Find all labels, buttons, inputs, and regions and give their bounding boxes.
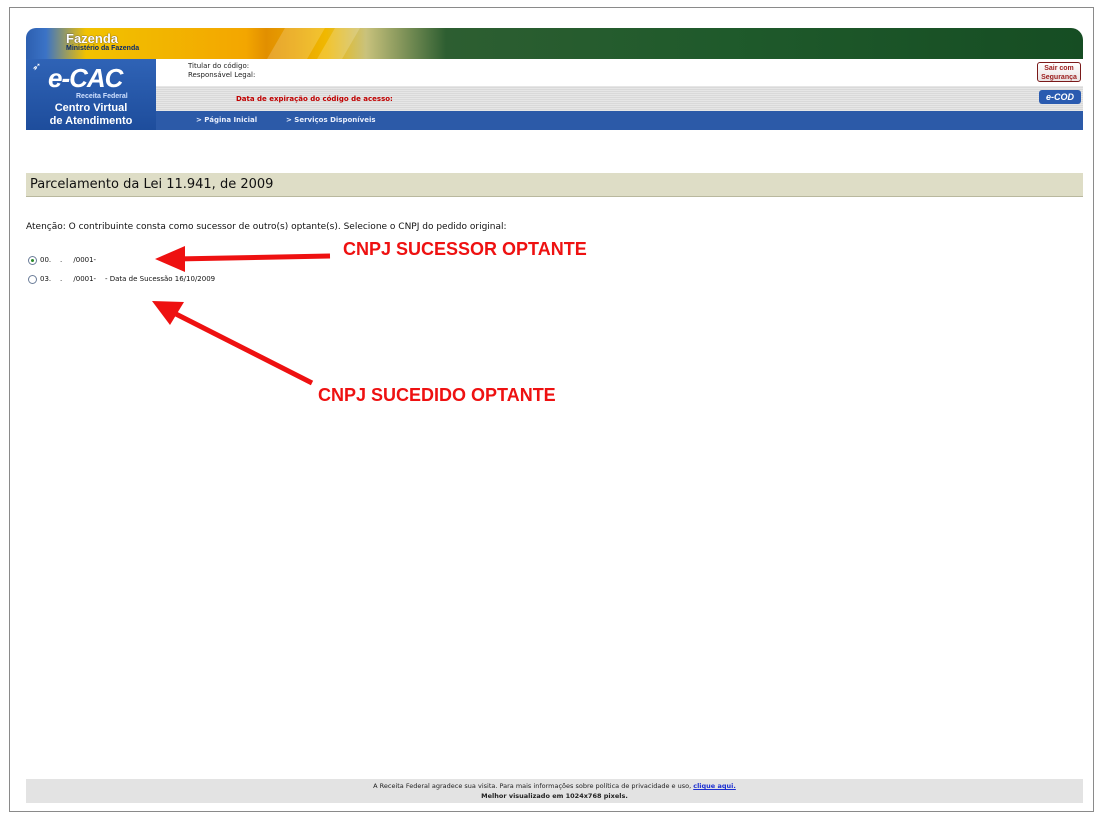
cnpj-option-sucessor[interactable]: 00. . /0001- xyxy=(28,253,96,267)
nav-servicos-disponiveis[interactable]: > Serviços Disponíveis xyxy=(286,116,376,124)
page-title-bar: Parcelamento da Lei 11.941, de 2009 xyxy=(26,173,1083,197)
footer-line2: Melhor visualizado em 1024x768 pixels. xyxy=(481,792,628,800)
responsavel-label: Responsável Legal: xyxy=(188,71,256,79)
ecac-logo-text: e-CAC xyxy=(48,63,123,93)
radio-sucedido[interactable] xyxy=(28,274,37,284)
ecac-logo[interactable]: ➶ e-CAC Receita Federal Centro Virtual d… xyxy=(26,59,156,130)
footer: A Receita Federal agradece sua visita. P… xyxy=(26,779,1083,803)
expiration-bar: Data de expiração do código de acesso: xyxy=(156,86,1083,111)
cnpj-sucedido-label: 03. . /0001- - Data de Sucessão 16/10/20… xyxy=(40,275,216,283)
receita-federal-label: Receita Federal xyxy=(76,93,128,100)
cnpj-option-sucedido[interactable]: 03. . /0001- - Data de Sucessão 16/10/20… xyxy=(28,272,215,286)
radio-sucessor[interactable] xyxy=(28,255,37,265)
page-title: Parcelamento da Lei 11.941, de 2009 xyxy=(30,177,274,192)
de-atendimento-label: de Atendimento xyxy=(49,115,133,127)
ministerio-label: Ministério da Fazenda xyxy=(66,45,140,52)
top-nav: > Página Inicial > Serviços Disponíveis xyxy=(156,111,1083,130)
user-info: Titular do código: Responsável Legal: xyxy=(156,59,1083,86)
cnpj-sucessor-label: 00. . /0001- xyxy=(40,256,97,264)
nav-pagina-inicial[interactable]: > Página Inicial xyxy=(196,116,257,124)
ecac-header: Fazenda Ministério da Fazenda ➶ e-CAC Re… xyxy=(26,28,1083,130)
footer-text: A Receita Federal agradece sua visita. P… xyxy=(373,782,694,790)
attention-text: Atenção: O contribuinte consta como suce… xyxy=(26,222,507,232)
footer-line1: A Receita Federal agradece sua visita. P… xyxy=(26,782,1083,790)
fazenda-brand: Fazenda xyxy=(66,31,119,46)
privacy-link[interactable]: clique aqui. xyxy=(693,782,736,790)
expiration-label: Data de expiração do código de acesso: xyxy=(236,95,393,103)
annotation-sucedido: CNPJ SUCEDIDO OPTANTE xyxy=(318,385,556,405)
fazenda-banner: Fazenda Ministério da Fazenda xyxy=(26,28,1083,59)
titular-label: Titular do código: xyxy=(188,62,250,70)
sair-com-seguranca-button[interactable]: Sair com Segurança xyxy=(1037,62,1081,82)
centro-virtual-label: Centro Virtual xyxy=(54,102,128,114)
annotation-sucessor: CNPJ SUCESSOR OPTANTE xyxy=(343,239,587,259)
receita-bird-icon: ➶ xyxy=(32,60,42,73)
ecod-button[interactable]: e-COD xyxy=(1039,90,1081,104)
